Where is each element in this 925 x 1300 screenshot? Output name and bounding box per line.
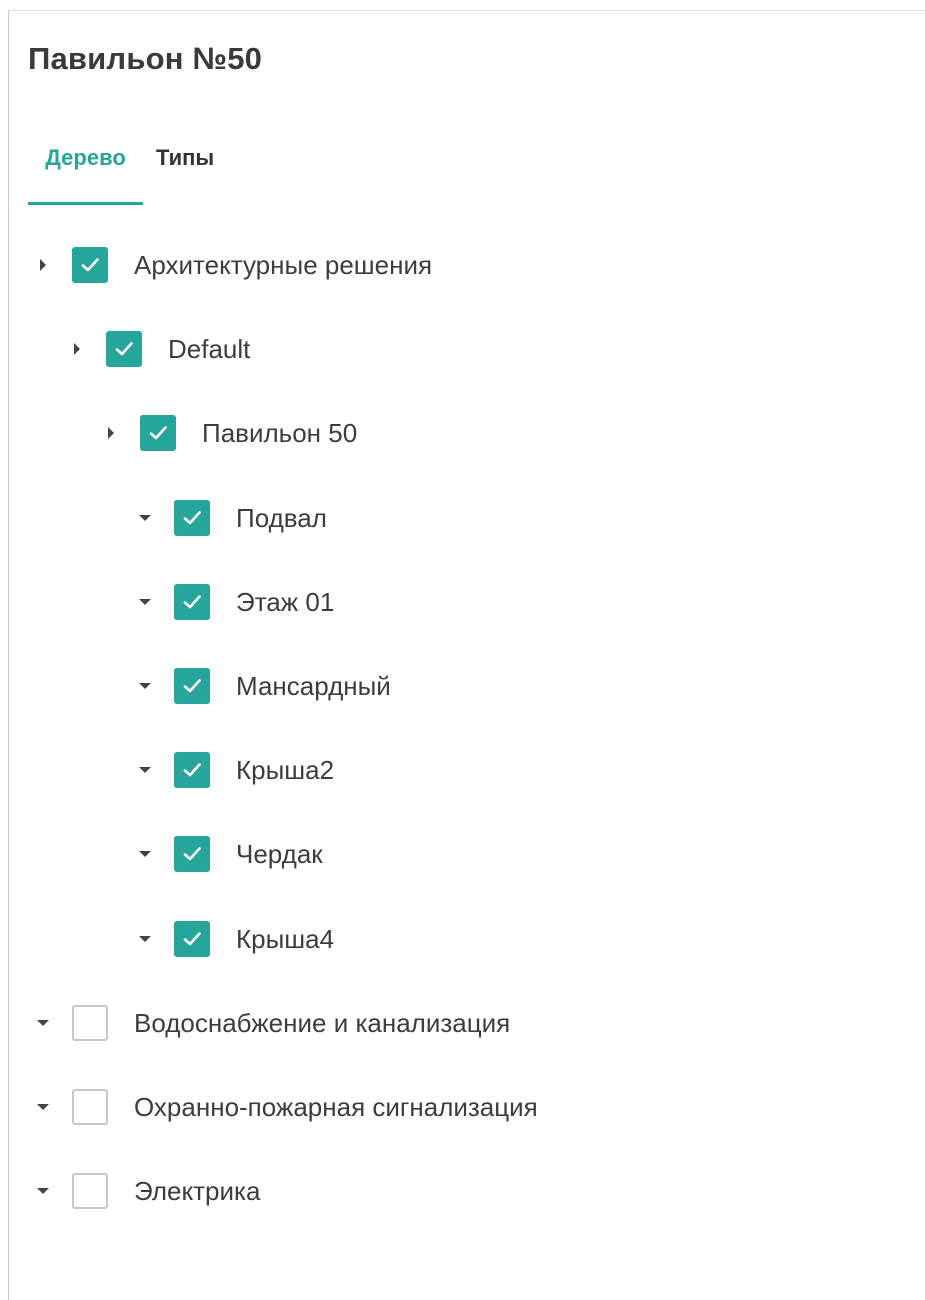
caret-down-icon[interactable] — [138, 595, 152, 609]
caret-down-icon[interactable] — [36, 1016, 50, 1030]
tree-item[interactable]: Крыша4 — [138, 919, 334, 959]
tree-item[interactable]: Default — [70, 329, 250, 369]
caret-down-icon[interactable] — [36, 1100, 50, 1114]
caret-down-icon[interactable] — [36, 1184, 50, 1198]
tree-item-label: Водоснабжение и канализация — [134, 1008, 511, 1038]
checkbox-checked[interactable] — [72, 247, 108, 283]
tree-item-label: Электрика — [134, 1176, 261, 1206]
tree-item-label: Крыша2 — [236, 755, 335, 785]
checkbox-checked[interactable] — [174, 752, 210, 788]
checkmark-icon — [149, 426, 167, 440]
caret-right-icon[interactable] — [36, 258, 50, 272]
tree-item-label: Этаж 01 — [236, 587, 335, 617]
checkbox-unchecked[interactable] — [72, 1089, 108, 1125]
tree-item-label: Чердак — [236, 839, 323, 869]
caret-right-icon[interactable] — [104, 426, 118, 440]
checkbox-checked[interactable] — [140, 415, 176, 451]
tree-item-label: Подвал — [236, 503, 327, 533]
caret-down-icon[interactable] — [138, 932, 152, 946]
tab-types[interactable]: Типы — [156, 132, 214, 205]
checkbox-unchecked[interactable] — [72, 1173, 108, 1209]
checkbox-checked[interactable] — [174, 500, 210, 536]
tree-item-label: Архитектурные решения — [134, 250, 433, 280]
checkbox-checked[interactable] — [174, 836, 210, 872]
checkmark-icon — [183, 679, 201, 693]
checkbox-checked[interactable] — [174, 668, 210, 704]
caret-down-icon[interactable] — [138, 511, 152, 525]
checkmark-icon — [183, 595, 201, 609]
tree-item[interactable]: Подвал — [138, 498, 327, 538]
tree-item[interactable]: Водоснабжение и канализация — [36, 1003, 510, 1043]
checkbox-checked[interactable] — [106, 331, 142, 367]
tree-item[interactable]: Крыша2 — [138, 750, 334, 790]
tree-item[interactable]: Архитектурные решения — [36, 245, 432, 285]
tab-tree[interactable]: Дерево — [28, 132, 143, 205]
tree-item[interactable]: Электрика — [36, 1171, 260, 1211]
caret-right-icon[interactable] — [70, 342, 84, 356]
tree-item[interactable]: Охранно-пожарная сигнализация — [36, 1087, 538, 1127]
checkmark-icon — [183, 847, 201, 861]
tree-item-label: Крыша4 — [236, 924, 335, 954]
checkmark-icon — [183, 932, 201, 946]
caret-down-icon[interactable] — [138, 763, 152, 777]
tree-item[interactable]: Чердак — [138, 834, 323, 874]
checkbox-unchecked[interactable] — [72, 1005, 108, 1041]
checkbox-checked[interactable] — [174, 921, 210, 957]
checkmark-icon — [115, 342, 133, 356]
panel-title: Павильон №50 — [28, 41, 263, 76]
tree-item[interactable]: Павильон 50 — [104, 413, 357, 453]
tree-item[interactable]: Этаж 01 — [138, 582, 334, 622]
tree-item-label: Охранно-пожарная сигнализация — [134, 1092, 538, 1122]
caret-down-icon[interactable] — [138, 679, 152, 693]
tree-item[interactable]: Мансардный — [138, 666, 391, 706]
caret-down-icon[interactable] — [138, 847, 152, 861]
tree-item-label: Павильон 50 — [202, 418, 358, 448]
checkbox-checked[interactable] — [174, 584, 210, 620]
tree-item-label: Default — [168, 334, 251, 364]
tree-item-label: Мансардный — [236, 671, 391, 701]
checkmark-icon — [183, 763, 201, 777]
checkmark-icon — [81, 258, 99, 272]
checkmark-icon — [183, 511, 201, 525]
